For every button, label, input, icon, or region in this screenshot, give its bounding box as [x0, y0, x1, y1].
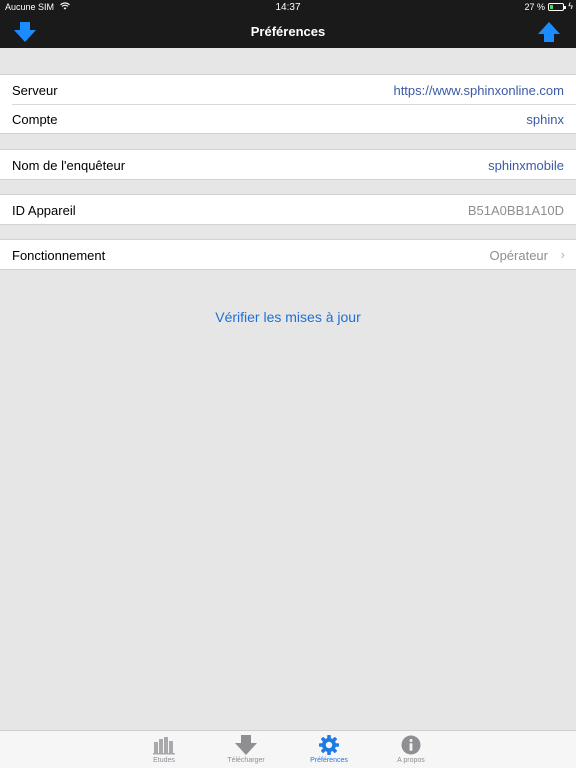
clock: 14:37: [275, 2, 301, 13]
server-row[interactable]: Serveur https://www.sphinxonline.com: [0, 75, 576, 104]
download-icon: [235, 735, 257, 755]
tab-telecharger[interactable]: Télécharger: [211, 731, 281, 768]
tab-telecharger-label: Télécharger: [227, 757, 265, 764]
tab-etudes-label: Etudes: [153, 757, 175, 764]
tab-preferences-label: Préférences: [310, 757, 348, 764]
device-id-label: ID Appareil: [12, 203, 76, 218]
bar-chart-icon: [153, 737, 175, 755]
mode-label: Fonctionnement: [12, 248, 106, 263]
battery-percentage: 27 %: [524, 2, 545, 12]
server-value: https://www.sphinxonline.com: [393, 83, 564, 98]
tab-a-propos-label: A propos: [397, 757, 425, 764]
mode-row[interactable]: Fonctionnement Opérateur ›: [0, 240, 576, 269]
account-label: Compte: [12, 112, 58, 127]
tab-bar: Etudes Télécharger Préférences A propos: [0, 730, 576, 768]
info-icon: [401, 735, 421, 755]
check-updates-button[interactable]: Vérifier les mises à jour: [0, 309, 576, 325]
charging-bolt-icon: ϟ: [568, 1, 573, 11]
gear-icon: [319, 735, 339, 755]
surveyor-label: Nom de l'enquêteur: [12, 158, 126, 173]
account-row[interactable]: Compte sphinx: [0, 104, 576, 133]
device-settings-group: ID Appareil B51A0BB1A10D: [0, 194, 576, 225]
surveyor-settings-group: Nom de l'enquêteur sphinxmobile: [0, 149, 576, 180]
connection-settings-group: Serveur https://www.sphinxonline.com Com…: [0, 74, 576, 134]
device-id-value: B51A0BB1A10D: [467, 203, 564, 218]
navigation-bar: Préférences: [0, 15, 576, 48]
tab-etudes[interactable]: Etudes: [129, 731, 199, 768]
chevron-right-icon: ›: [560, 247, 565, 262]
mode-value: Opérateur: [489, 248, 548, 263]
mode-settings-group: Fonctionnement Opérateur ›: [0, 239, 576, 270]
tab-a-propos[interactable]: A propos: [376, 731, 446, 768]
surveyor-value: sphinxmobile: [488, 158, 564, 173]
account-value: sphinx: [526, 112, 564, 127]
page-title: Préférences: [250, 24, 326, 39]
status-bar: Aucune SIM 14:37 27 % ϟ: [0, 0, 576, 15]
upload-arrow-button[interactable]: [538, 22, 560, 42]
tab-preferences[interactable]: Préférences: [294, 731, 364, 768]
upload-arrow-icon: [538, 22, 560, 42]
server-label: Serveur: [12, 83, 58, 98]
surveyor-row[interactable]: Nom de l'enquêteur sphinxmobile: [0, 150, 576, 179]
device-id-row: ID Appareil B51A0BB1A10D: [0, 195, 576, 224]
battery-icon: [548, 3, 566, 11]
